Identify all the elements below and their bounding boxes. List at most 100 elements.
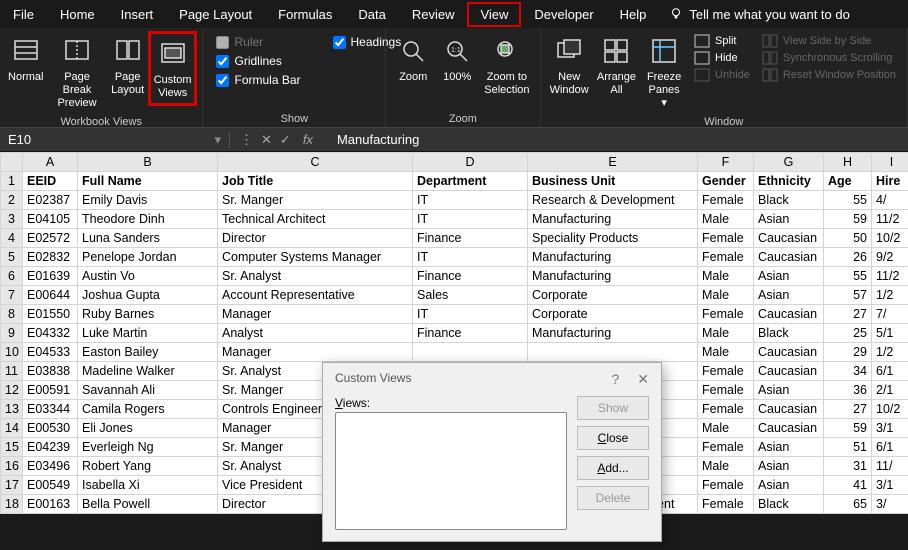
header-cell[interactable]: Age (824, 172, 872, 191)
cell[interactable]: 1/2 (872, 343, 908, 362)
cell[interactable]: E00549 (23, 476, 78, 495)
cell[interactable]: Female (698, 191, 754, 210)
header-cell[interactable]: Full Name (78, 172, 218, 191)
cell[interactable]: Savannah Ali (78, 381, 218, 400)
delete-button[interactable]: Delete (577, 486, 649, 510)
close-icon[interactable]: ✕ (637, 371, 649, 388)
custom-views-button[interactable]: CustomViews (148, 31, 198, 106)
cell[interactable]: IT (413, 210, 528, 229)
menu-insert[interactable]: Insert (108, 2, 167, 27)
col-header-E[interactable]: E (528, 153, 698, 172)
cell[interactable]: Black (754, 191, 824, 210)
cell[interactable]: E02572 (23, 229, 78, 248)
cell[interactable]: Finance (413, 324, 528, 343)
cell[interactable]: 10/2 (872, 400, 908, 419)
cell[interactable]: E01639 (23, 267, 78, 286)
cell[interactable]: Finance (413, 267, 528, 286)
cell[interactable]: 3/1 (872, 419, 908, 438)
cell[interactable]: Luke Martin (78, 324, 218, 343)
cell[interactable]: E00163 (23, 495, 78, 514)
col-header-F[interactable]: F (698, 153, 754, 172)
menu-data[interactable]: Data (345, 2, 398, 27)
cell[interactable]: Sr. Manger (218, 191, 413, 210)
cell[interactable]: Male (698, 343, 754, 362)
cell[interactable]: 2/1 (872, 381, 908, 400)
hide-button[interactable]: Hide (694, 51, 750, 65)
cell[interactable]: Caucasian (754, 419, 824, 438)
new-window-button[interactable]: NewWindow (546, 31, 593, 100)
cell[interactable]: 3/ (872, 495, 908, 514)
cell[interactable]: 57 (824, 286, 872, 305)
cell[interactable]: 7/ (872, 305, 908, 324)
cell[interactable]: Camila Rogers (78, 400, 218, 419)
cell[interactable]: Emily Davis (78, 191, 218, 210)
cell[interactable]: Female (698, 229, 754, 248)
cell[interactable]: Caucasian (754, 400, 824, 419)
cell[interactable]: Female (698, 400, 754, 419)
views-list[interactable] (335, 412, 567, 530)
cell[interactable]: E00530 (23, 419, 78, 438)
row-header[interactable]: 9 (1, 324, 23, 343)
row-header[interactable]: 4 (1, 229, 23, 248)
menu-page-layout[interactable]: Page Layout (166, 2, 265, 27)
enter-icon[interactable]: ✓ (280, 132, 291, 148)
cell[interactable]: E02832 (23, 248, 78, 267)
cell[interactable]: 27 (824, 305, 872, 324)
cell[interactable]: 27 (824, 400, 872, 419)
row-header[interactable]: 8 (1, 305, 23, 324)
add-button[interactable]: Add... (577, 456, 649, 480)
cell[interactable]: Caucasian (754, 362, 824, 381)
fx-icon[interactable]: fx (299, 132, 317, 147)
cell[interactable]: Finance (413, 229, 528, 248)
cell[interactable]: Female (698, 305, 754, 324)
cell[interactable]: Joshua Gupta (78, 286, 218, 305)
cell[interactable]: 25 (824, 324, 872, 343)
col-header-A[interactable]: A (23, 153, 78, 172)
cell[interactable]: Caucasian (754, 305, 824, 324)
cell[interactable]: 34 (824, 362, 872, 381)
cell[interactable]: Account Representative (218, 286, 413, 305)
zoom-to-selection-button[interactable]: Zoom toSelection (479, 31, 534, 100)
row-header[interactable]: 12 (1, 381, 23, 400)
cell[interactable]: Easton Bailey (78, 343, 218, 362)
cell[interactable] (528, 343, 698, 362)
col-header-D[interactable]: D (413, 153, 528, 172)
cell[interactable]: Male (698, 210, 754, 229)
cell[interactable]: E02387 (23, 191, 78, 210)
cell[interactable]: 6/1 (872, 438, 908, 457)
cell[interactable]: Manufacturing (528, 248, 698, 267)
cell[interactable]: 6/1 (872, 362, 908, 381)
split-button[interactable]: Split (694, 34, 750, 48)
name-box[interactable]: E10▾ (0, 132, 230, 148)
col-header-H[interactable]: H (824, 153, 872, 172)
cell[interactable]: 65 (824, 495, 872, 514)
col-header-B[interactable]: B (78, 153, 218, 172)
cell[interactable]: Black (754, 495, 824, 514)
cell[interactable]: Director (218, 229, 413, 248)
cell[interactable]: Female (698, 476, 754, 495)
arrange-all-button[interactable]: ArrangeAll (593, 31, 640, 100)
page-layout-button[interactable]: PageLayout (108, 31, 148, 100)
check-formula-bar[interactable]: Formula Bar (216, 73, 300, 87)
header-cell[interactable]: Business Unit (528, 172, 698, 191)
cell[interactable]: 5/1 (872, 324, 908, 343)
cell[interactable]: 3/1 (872, 476, 908, 495)
cell[interactable]: Caucasian (754, 343, 824, 362)
cell[interactable]: E04239 (23, 438, 78, 457)
cell[interactable]: 4/ (872, 191, 908, 210)
formula-input[interactable]: Manufacturing (327, 132, 908, 147)
cell[interactable]: Male (698, 419, 754, 438)
cell[interactable]: Asian (754, 381, 824, 400)
menu-review[interactable]: Review (399, 2, 468, 27)
menu-home[interactable]: Home (47, 2, 108, 27)
cell[interactable]: Male (698, 457, 754, 476)
cell[interactable]: Asian (754, 476, 824, 495)
col-header-G[interactable]: G (754, 153, 824, 172)
cell[interactable]: Female (698, 381, 754, 400)
cell[interactable]: Asian (754, 286, 824, 305)
cell[interactable]: E00644 (23, 286, 78, 305)
row-header[interactable]: 10 (1, 343, 23, 362)
cell[interactable]: Computer Systems Manager (218, 248, 413, 267)
cell[interactable]: Caucasian (754, 248, 824, 267)
cell[interactable]: Robert Yang (78, 457, 218, 476)
